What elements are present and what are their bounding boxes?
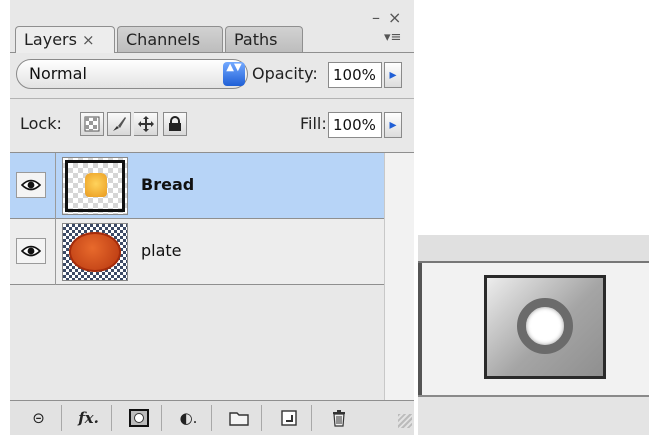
tab-channels[interactable]: Channels (117, 26, 223, 52)
layer-row-bread[interactable]: Bread (10, 153, 384, 219)
lock-row: Lock: Fill: 100% ▸ (10, 99, 414, 151)
adjustment-layer-icon[interactable]: ◐. (166, 405, 212, 431)
visibility-eye-icon[interactable] (16, 172, 46, 198)
opacity-slider-button[interactable]: ▸ (384, 62, 402, 88)
zoom-divider (418, 263, 422, 395)
layer-list: Bread plate (10, 153, 384, 400)
layer-name[interactable]: Bread (141, 175, 194, 194)
fill-slider-button[interactable]: ▸ (384, 112, 402, 138)
tab-bar: Layers × Channels Paths – × ▾≡ (10, 0, 414, 53)
zoom-toolbar-edge (418, 395, 649, 435)
link-layers-icon[interactable]: ⊝ (16, 405, 62, 431)
delete-layer-trash-icon[interactable] (316, 405, 362, 431)
lock-move-icon[interactable] (134, 112, 158, 136)
magnified-mask-button-view (418, 235, 649, 435)
column-divider (55, 153, 56, 219)
tab-layers[interactable]: Layers × (15, 26, 115, 53)
layer-style-fx-button[interactable]: fx. (66, 405, 112, 431)
fill-label: Fill: (300, 114, 327, 133)
zoom-toolbar-edge (418, 235, 649, 263)
mask-circle-icon (517, 298, 573, 354)
plate-thumbnail-image (69, 232, 121, 272)
layer-thumbnail-plate[interactable] (62, 223, 128, 281)
blend-mode-value: Normal (29, 64, 87, 83)
lock-brush-icon[interactable] (107, 112, 131, 136)
tab-paths[interactable]: Paths (225, 26, 303, 52)
lock-all-padlock-icon[interactable] (163, 112, 187, 136)
blend-mode-select[interactable]: Normal ▲▼ (16, 59, 248, 89)
tab-layers-label: Layers (24, 30, 77, 49)
opacity-label: Opacity: (252, 64, 318, 83)
layers-panel: Layers × Channels Paths – × ▾≡ Normal ▲▼ … (10, 0, 414, 435)
magnified-add-mask-icon (484, 275, 606, 379)
layers-footer-toolbar: ⊝ fx. ◐. (10, 401, 414, 435)
opacity-input[interactable]: 100% (328, 62, 382, 88)
visibility-eye-icon[interactable] (16, 238, 46, 264)
tab-close-icon[interactable]: × (82, 31, 95, 49)
blend-row: Normal ▲▼ Opacity: 100% ▸ (10, 53, 414, 98)
layer-list-scrollbar[interactable] (384, 153, 414, 400)
tab-channels-label: Channels (126, 30, 201, 49)
select-arrows-icon: ▲▼ (223, 62, 245, 86)
new-group-folder-icon[interactable] (216, 405, 262, 431)
fill-input[interactable]: 100% (328, 112, 382, 138)
bread-thumbnail-image (85, 173, 107, 197)
close-icon[interactable]: × (388, 10, 401, 26)
layer-thumbnail-bread[interactable] (62, 157, 128, 215)
tab-paths-label: Paths (234, 30, 278, 49)
lock-transparency-icon[interactable] (80, 112, 104, 136)
add-mask-icon[interactable] (116, 405, 162, 431)
layer-row-plate[interactable]: plate (10, 219, 384, 285)
panel-menu-icon[interactable]: ▾≡ (384, 30, 401, 45)
minimize-icon[interactable]: – (372, 10, 380, 26)
column-divider (55, 219, 56, 285)
layer-name[interactable]: plate (141, 241, 182, 260)
new-layer-icon[interactable] (266, 405, 312, 431)
lock-label: Lock: (20, 114, 62, 133)
resize-grip-icon[interactable] (398, 414, 412, 428)
